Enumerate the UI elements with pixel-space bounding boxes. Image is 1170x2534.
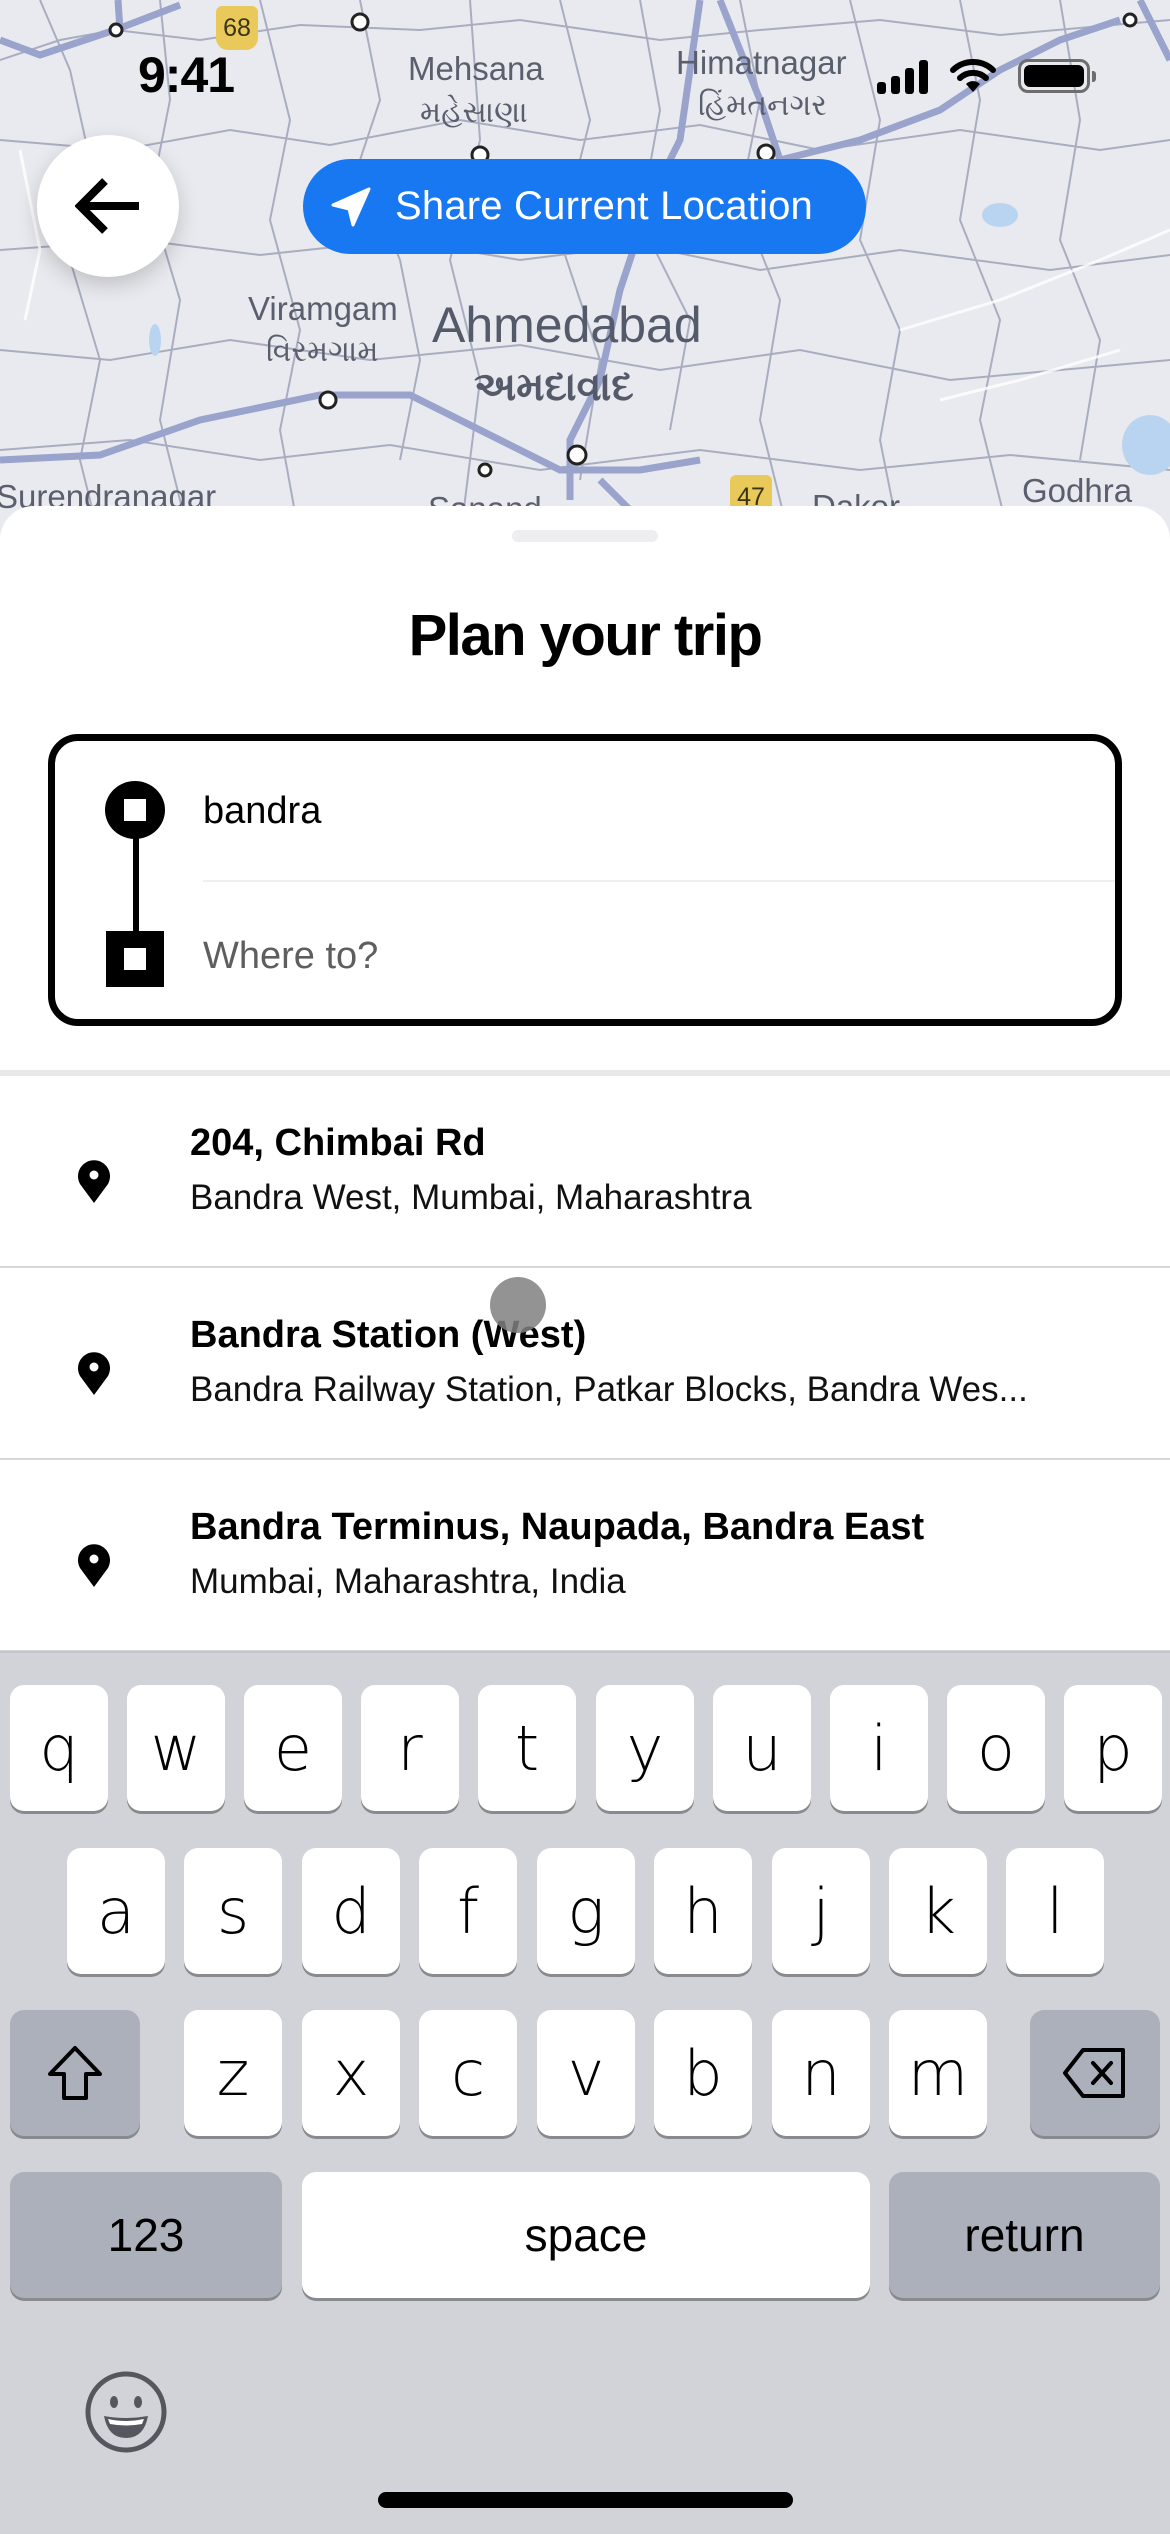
destination-input[interactable]: Where to?: [203, 906, 1115, 1006]
back-button[interactable]: [37, 135, 179, 277]
share-location-label: Share Current Location: [395, 184, 813, 228]
key-c[interactable]: c: [419, 2010, 517, 2136]
return-key[interactable]: return: [889, 2172, 1160, 2298]
arrow-left-icon: [75, 178, 139, 234]
map-label: વિરમગામ: [266, 334, 379, 369]
location-pin-icon: [78, 1544, 110, 1587]
key-r[interactable]: r: [361, 1685, 459, 1811]
map-label: Godhra: [1022, 472, 1133, 509]
share-current-location-button[interactable]: Share Current Location: [303, 159, 866, 254]
map-label: Ahmedabad: [432, 297, 702, 353]
home-indicator[interactable]: [378, 2492, 793, 2508]
wifi-icon: [950, 59, 996, 92]
sheet-grabber-handle[interactable]: [512, 530, 658, 542]
location-pin-icon: [78, 1160, 110, 1203]
section-divider: [0, 1070, 1170, 1076]
key-b[interactable]: b: [654, 2010, 752, 2136]
key-t[interactable]: t: [478, 1685, 576, 1811]
status-bar: 9:41: [0, 0, 1170, 150]
map-label: અમદાવાદ: [474, 364, 634, 410]
key-l[interactable]: l: [1006, 1848, 1104, 1974]
pickup-marker-icon: [105, 781, 165, 839]
key-o[interactable]: o: [947, 1685, 1045, 1811]
result-subtitle: Bandra West, Mumbai, Maharashtra: [190, 1178, 752, 1217]
keyboard: q w e r t y u i o p a s d f g h j k l z …: [0, 1651, 1170, 2534]
key-m[interactable]: m: [889, 2010, 987, 2136]
key-v[interactable]: v: [537, 2010, 635, 2136]
destination-marker-icon: [106, 931, 164, 987]
search-result-item[interactable]: Bandra Station (West) Bandra Railway Sta…: [0, 1270, 1170, 1460]
navigation-arrow-icon: [331, 187, 371, 226]
space-key[interactable]: space: [302, 2172, 870, 2298]
numbers-key[interactable]: 123: [10, 2172, 282, 2298]
key-p[interactable]: p: [1064, 1685, 1162, 1811]
result-subtitle: Mumbai, Maharashtra, India: [190, 1562, 626, 1601]
key-g[interactable]: g: [537, 1848, 635, 1974]
cellular-signal-icon: [877, 58, 928, 94]
key-e[interactable]: e: [244, 1685, 342, 1811]
key-y[interactable]: y: [596, 1685, 694, 1811]
battery-icon: [1018, 59, 1096, 93]
result-subtitle: Bandra Railway Station, Patkar Blocks, B…: [190, 1370, 1028, 1409]
delete-backspace-icon: [1063, 2048, 1125, 2098]
location-pin-icon: [78, 1352, 110, 1395]
status-icons: [877, 58, 1096, 94]
shift-icon: [48, 2046, 102, 2100]
result-title: Bandra Terminus, Naupada, Bandra East: [190, 1506, 925, 1548]
touch-indicator: [490, 1277, 546, 1333]
search-result-item[interactable]: Bandra Terminus, Naupada, Bandra East Mu…: [0, 1462, 1170, 1652]
shift-key[interactable]: [10, 2010, 140, 2136]
key-z[interactable]: z: [184, 2010, 282, 2136]
field-divider: [203, 880, 1115, 882]
key-w[interactable]: w: [127, 1685, 225, 1811]
key-s[interactable]: s: [184, 1848, 282, 1974]
key-k[interactable]: k: [889, 1848, 987, 1974]
sheet-title: Plan your trip: [408, 603, 763, 668]
key-a[interactable]: a: [67, 1848, 165, 1974]
pickup-input[interactable]: bandra: [203, 761, 1115, 861]
key-i[interactable]: i: [830, 1685, 928, 1811]
delete-key[interactable]: [1030, 2010, 1160, 2136]
trip-inputs: bandra Where to?: [48, 734, 1122, 1026]
key-f[interactable]: f: [419, 1848, 517, 1974]
key-q[interactable]: q: [10, 1685, 108, 1811]
key-h[interactable]: h: [654, 1848, 752, 1974]
key-n[interactable]: n: [772, 2010, 870, 2136]
key-u[interactable]: u: [713, 1685, 811, 1811]
map-label: Viramgam: [248, 290, 398, 327]
key-x[interactable]: x: [302, 2010, 400, 2136]
status-time: 9:41: [138, 47, 235, 103]
key-j[interactable]: j: [772, 1848, 870, 1974]
search-result-item[interactable]: 204, Chimbai Rd Bandra West, Mumbai, Mah…: [0, 1078, 1170, 1268]
emoji-button[interactable]: [84, 2370, 168, 2459]
key-d[interactable]: d: [302, 1848, 400, 1974]
emoji-smiley-icon: [85, 2371, 167, 2453]
result-title: 204, Chimbai Rd: [190, 1122, 486, 1164]
